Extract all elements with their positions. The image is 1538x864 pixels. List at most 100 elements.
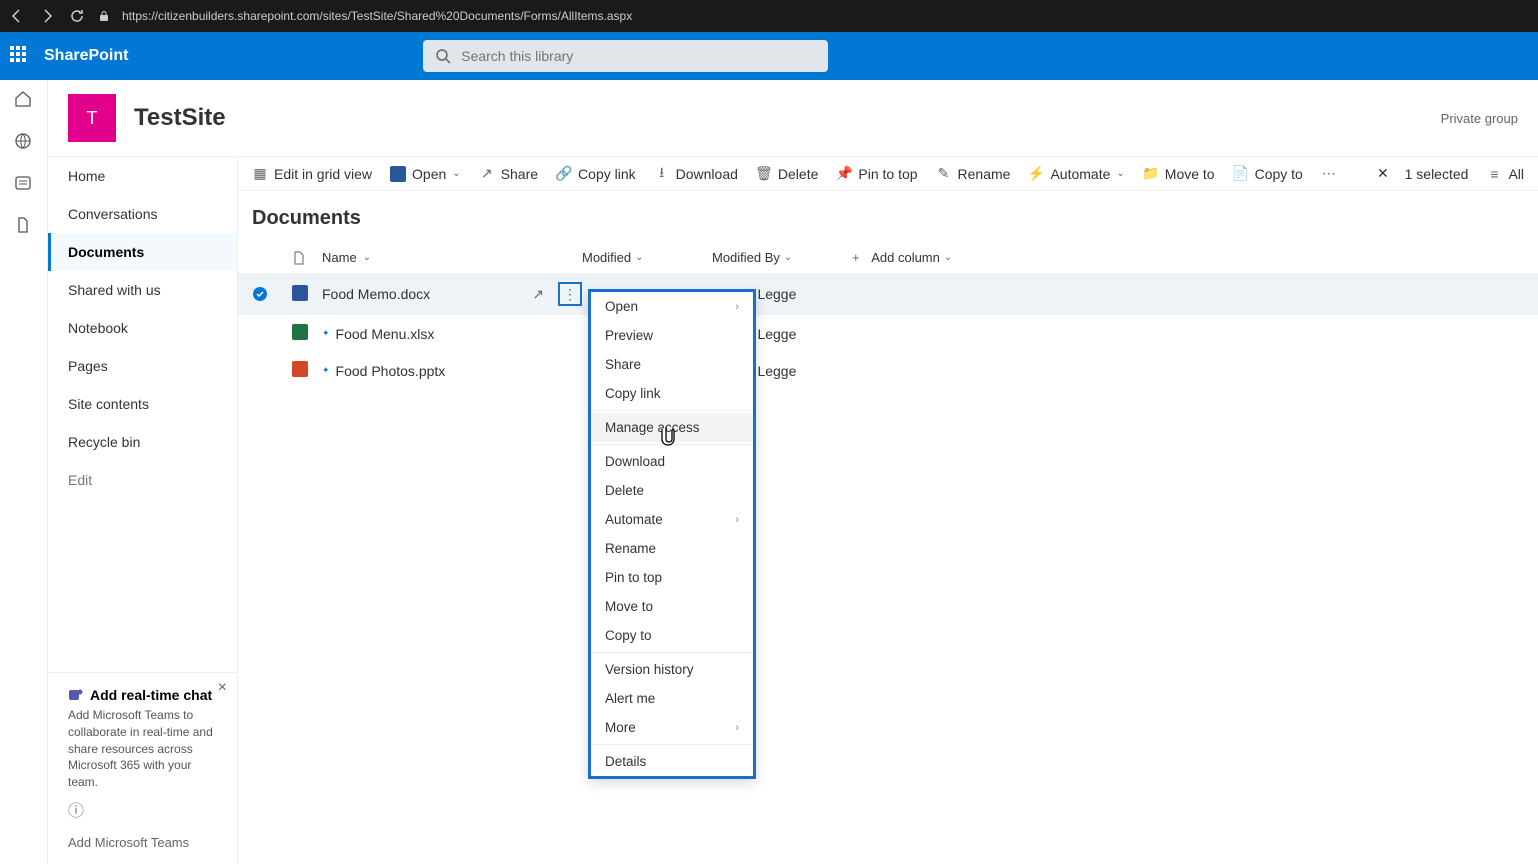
promo-body: Add Microsoft Teams to collaborate in re… xyxy=(68,707,217,791)
nav-documents[interactable]: Documents xyxy=(48,233,237,271)
row-more-button[interactable]: ⋮ xyxy=(558,282,582,306)
chevron-right-icon: › xyxy=(735,514,739,526)
teams-promo: × Add real-time chat Add Microsoft Teams… xyxy=(48,672,237,864)
col-modified[interactable]: Modified⌄ xyxy=(582,250,712,265)
rename-icon: ✎ xyxy=(936,166,952,182)
nav-conversations[interactable]: Conversations xyxy=(48,195,237,233)
cmd-grid-view[interactable]: ▦Edit in grid view xyxy=(252,166,372,182)
home-icon[interactable] xyxy=(14,90,34,110)
nav-edit[interactable]: Edit xyxy=(48,461,237,499)
back-button[interactable] xyxy=(8,7,26,25)
file-row[interactable]: ✦Food Photos.pptx Rory Legge xyxy=(238,352,1538,389)
files-icon[interactable] xyxy=(14,216,34,236)
chevron-down-icon: ⌄ xyxy=(784,252,792,263)
col-name[interactable]: Name⌄ xyxy=(322,250,582,265)
file-type-icon[interactable] xyxy=(292,251,322,265)
ctx-version-history[interactable]: Version history xyxy=(591,655,753,684)
cmd-pin[interactable]: 📌Pin to top xyxy=(836,166,917,182)
side-nav: Home Conversations Documents Shared with… xyxy=(48,157,238,864)
chevron-down-icon: ⌄ xyxy=(452,168,460,179)
forward-button[interactable] xyxy=(38,7,56,25)
col-add[interactable]: + Add column⌄ xyxy=(852,250,992,265)
site-title[interactable]: TestSite xyxy=(134,104,226,132)
cmd-copy-link[interactable]: 🔗Copy link xyxy=(556,166,636,182)
cmd-more[interactable]: ⋯ xyxy=(1321,166,1337,182)
file-name[interactable]: Food Menu.xlsx xyxy=(336,326,435,342)
ctx-download[interactable]: Download xyxy=(591,447,753,476)
ctx-move-to[interactable]: Move to xyxy=(591,592,753,621)
lock-icon xyxy=(98,10,110,22)
ctx-copy-to[interactable]: Copy to xyxy=(591,621,753,650)
browser-toolbar: https://citizenbuilders.sharepoint.com/s… xyxy=(0,0,1538,32)
trash-icon: 🗑 xyxy=(756,166,772,182)
search-input[interactable] xyxy=(461,48,816,64)
cmd-copy-to[interactable]: 📄Copy to xyxy=(1233,166,1303,182)
list-icon: ≡ xyxy=(1486,166,1502,182)
cmd-rename[interactable]: ✎Rename xyxy=(936,166,1011,182)
cmd-clear-selection[interactable]: ✕ 1 selected xyxy=(1377,165,1468,182)
promo-link[interactable]: Add Microsoft Teams xyxy=(68,835,217,850)
more-icon: ⋯ xyxy=(1321,166,1337,182)
ctx-automate[interactable]: Automate› xyxy=(591,505,753,534)
cmd-move-to[interactable]: 📁Move to xyxy=(1143,166,1215,182)
promo-title: Add real-time chat xyxy=(90,687,212,703)
info-icon[interactable]: ⓘ xyxy=(68,797,217,821)
ctx-preview[interactable]: Preview xyxy=(591,321,753,350)
nav-pages[interactable]: Pages xyxy=(48,347,237,385)
nav-site-contents[interactable]: Site contents xyxy=(48,385,237,423)
separator xyxy=(591,410,753,411)
ctx-pin[interactable]: Pin to top xyxy=(591,563,753,592)
link-icon: 🔗 xyxy=(556,166,572,182)
nav-home[interactable]: Home xyxy=(48,157,237,195)
ctx-share[interactable]: Share xyxy=(591,350,753,379)
site-privacy: Private group xyxy=(1441,111,1518,126)
share-icon[interactable]: ↗ xyxy=(532,286,544,303)
cmd-view-all[interactable]: ≡All xyxy=(1486,166,1524,182)
suite-title[interactable]: SharePoint xyxy=(44,47,128,65)
word-icon xyxy=(292,285,308,301)
close-icon: ✕ xyxy=(1377,165,1389,182)
search-box[interactable] xyxy=(423,40,828,72)
grid-icon: ▦ xyxy=(252,166,268,182)
url-text[interactable]: https://citizenbuilders.sharepoint.com/s… xyxy=(122,9,632,23)
chevron-down-icon: ⌄ xyxy=(635,252,643,263)
site-logo[interactable]: T xyxy=(68,94,116,142)
site-header: T TestSite Private group xyxy=(48,80,1538,157)
nav-recycle-bin[interactable]: Recycle bin xyxy=(48,423,237,461)
cmd-automate[interactable]: ⚡Automate⌄ xyxy=(1028,166,1124,182)
file-row[interactable]: ✦Food Menu.xlsx Rory Legge xyxy=(238,315,1538,352)
nav-notebook[interactable]: Notebook xyxy=(48,309,237,347)
nav-shared[interactable]: Shared with us xyxy=(48,271,237,309)
documents-list: Name⌄ Modified⌄ Modified By⌄ + Add colum… xyxy=(238,242,1538,389)
ctx-rename[interactable]: Rename xyxy=(591,534,753,563)
ctx-details[interactable]: Details xyxy=(591,747,753,776)
file-row[interactable]: Food Memo.docx ↗ ⋮ Rory Legge xyxy=(238,273,1538,315)
cmd-download[interactable]: ⭳Download xyxy=(654,166,738,182)
column-headers: Name⌄ Modified⌄ Modified By⌄ + Add colum… xyxy=(238,242,1538,273)
news-icon[interactable] xyxy=(14,174,34,194)
share-icon: ↗ xyxy=(479,166,495,182)
chevron-right-icon: › xyxy=(735,301,739,313)
file-name[interactable]: Food Memo.docx xyxy=(322,286,430,302)
ctx-copy-link[interactable]: Copy link xyxy=(591,379,753,408)
separator xyxy=(591,744,753,745)
ctx-delete[interactable]: Delete xyxy=(591,476,753,505)
cmd-delete[interactable]: 🗑Delete xyxy=(756,166,818,182)
close-icon[interactable]: × xyxy=(218,679,227,697)
ctx-alert-me[interactable]: Alert me xyxy=(591,684,753,713)
copy-icon: 📄 xyxy=(1233,166,1249,182)
row-selected-icon[interactable] xyxy=(252,286,292,302)
cmd-share[interactable]: ↗Share xyxy=(479,166,538,182)
chevron-down-icon: ⌄ xyxy=(944,252,952,263)
ctx-more[interactable]: More› xyxy=(591,713,753,742)
reload-button[interactable] xyxy=(68,7,86,25)
app-launcher-icon[interactable] xyxy=(10,46,30,66)
ctx-open[interactable]: Open› xyxy=(591,292,753,321)
col-modified-by[interactable]: Modified By⌄ xyxy=(712,250,852,265)
excel-icon xyxy=(292,324,308,340)
cmd-open[interactable]: Open⌄ xyxy=(390,166,461,182)
content-area: ▦Edit in grid view Open⌄ ↗Share 🔗Copy li… xyxy=(238,157,1538,864)
file-name[interactable]: Food Photos.pptx xyxy=(336,363,446,379)
ctx-manage-access[interactable]: Manage access xyxy=(591,413,753,442)
globe-icon[interactable] xyxy=(14,132,34,152)
